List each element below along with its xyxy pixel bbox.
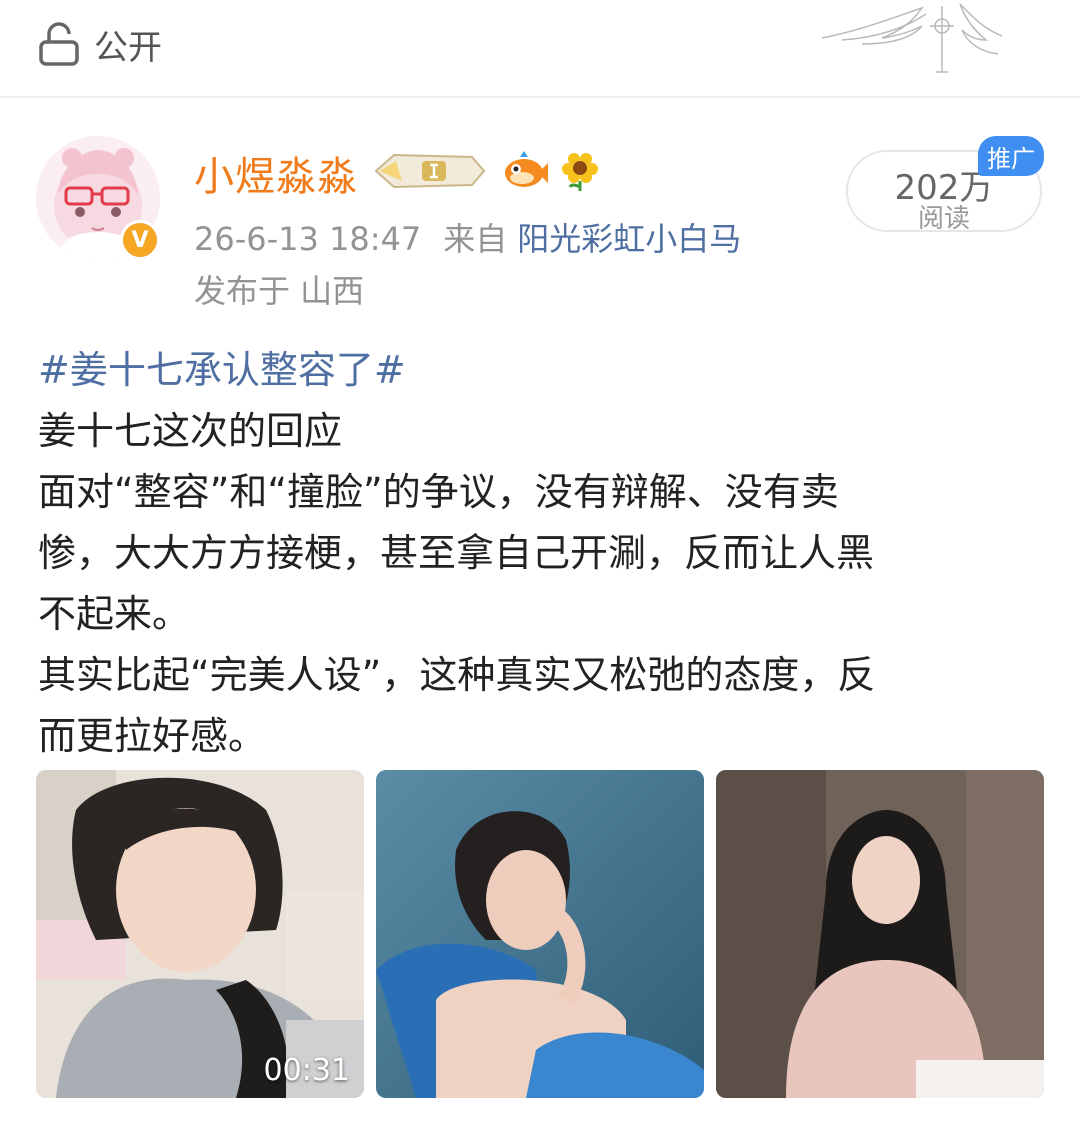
- author-avatar[interactable]: V: [36, 136, 164, 264]
- from-label: 来自: [443, 220, 508, 258]
- post-text-line: 面对“整容”和“撞脸”的争议，没有辩解、没有卖: [38, 470, 839, 514]
- top-bar: 公开: [0, 0, 1080, 96]
- post-source-link[interactable]: 阳光彩虹小白马: [517, 220, 741, 258]
- post-text-line: 不起来。: [38, 592, 191, 636]
- video-thumbnail[interactable]: 00:31: [36, 770, 364, 1098]
- lock-open-icon: [38, 22, 80, 66]
- angel-wings-decoration-icon: [821, 0, 1003, 80]
- post-text-line: 惨，大大方方接梗，甚至拿自己开涮，反而让人黑: [38, 531, 875, 575]
- author-name[interactable]: 小煜淼淼: [194, 144, 358, 202]
- video-duration: 00:31: [263, 1053, 350, 1088]
- photo-thumbnail-2[interactable]: [376, 770, 704, 1098]
- post-content: #姜十七承认整容了# 姜十七这次的回应 面对“整容”和“撞脸”的争议，没有辩解、…: [38, 340, 1048, 767]
- verified-badge: V: [120, 220, 160, 260]
- fish-icon[interactable]: [502, 151, 548, 195]
- post-location: 发布于 山西: [194, 272, 365, 310]
- author-row: 小煜淼淼: [194, 146, 598, 200]
- post-text-line: 姜十七这次的回应: [38, 409, 343, 453]
- divider: [0, 96, 1080, 98]
- video-thumbnail-image: [36, 770, 364, 1098]
- photo-thumbnail-3[interactable]: [716, 770, 1044, 1098]
- post-time: 26-6-13 18:47: [194, 220, 422, 258]
- level-badge-icon[interactable]: [372, 151, 488, 195]
- post-text-line: 而更拉好感。: [38, 714, 267, 758]
- ad-tag: 推广: [978, 136, 1044, 176]
- photo-thumbnail-3-image: [716, 770, 1044, 1098]
- sunflower-icon[interactable]: [562, 151, 598, 195]
- post-text-line: 其实比起“完美人设”，这种真实又松弛的态度，反: [38, 653, 876, 697]
- reads-label: 阅读: [917, 204, 970, 234]
- visibility-toggle[interactable]: 公开: [38, 22, 162, 68]
- post-meta: 26-6-13 18:47 来自 阳光彩虹小白马: [194, 214, 741, 260]
- photo-thumbnail-2-image: [376, 770, 704, 1098]
- topic-hashtag-link[interactable]: #姜十七承认整容了#: [38, 340, 1048, 401]
- visibility-label: 公开: [94, 27, 162, 68]
